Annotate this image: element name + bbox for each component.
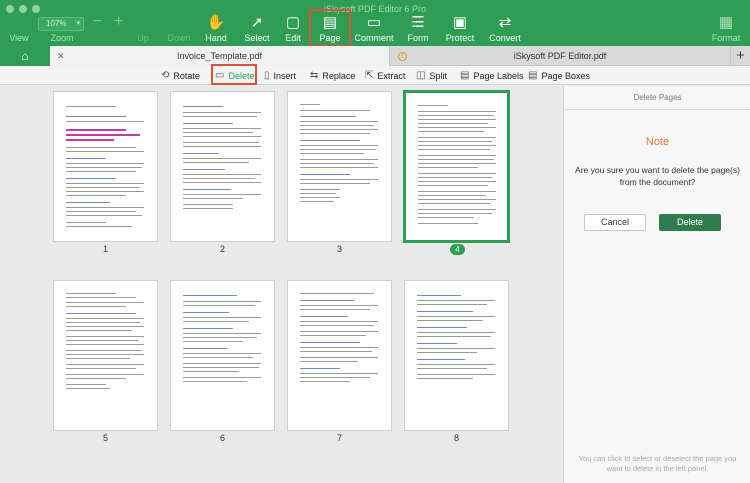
replace-icon: ⇆ [310,70,319,81]
confirm-delete-button[interactable]: Delete [659,214,721,231]
page-thumbnail[interactable] [404,280,509,431]
rotate-label: Rotate [173,70,200,81]
lock-icon: ▣ [452,14,468,31]
page-thumbnail[interactable] [287,91,392,242]
close-icon[interactable]: ✕ [57,51,65,62]
tab-bar: ⌂ ✕ Invoice_Template.pdf ! iSkysoft PDF … [0,46,750,66]
format-icon: ▦ [718,14,734,31]
page-number: 4 [450,244,465,255]
toolbar-convert-button[interactable]: ⇄ Convert [488,0,522,46]
toolbar-comment-button[interactable]: ▭ Comment [354,0,394,46]
home-tab[interactable]: ⌂ [0,46,50,66]
toolbar-down-button[interactable]: Down [164,0,194,46]
toolbar-format-button[interactable]: ▦ Format [710,0,742,46]
page-number: 2 [219,244,225,254]
hand-icon: ✋ [206,14,226,31]
convert-icon: ⇄ [498,14,512,31]
cancel-button[interactable]: Cancel [584,214,646,231]
toolbar-label: Zoom [50,33,74,43]
tab-invoice-template[interactable]: ✕ Invoice_Template.pdf [50,46,390,66]
toolbar-label: Edit [285,33,301,43]
delete-button-highlight [211,64,257,85]
toolbar-label: Hand [205,33,227,43]
page-thumbnail[interactable] [170,280,275,431]
main-toolbar: iSkysoft PDF Editor 6 Pro View 107% ▾ − … [0,0,750,46]
replace-button[interactable]: ⇆ Replace [310,66,355,85]
extract-label: Extract [377,70,406,81]
page-thumbnail[interactable] [170,91,275,242]
comment-icon: ▭ [366,14,382,31]
toolbar-form-button[interactable]: ☰ Form [406,0,430,46]
insert-label: Insert [273,70,297,81]
replace-label: Replace [322,70,356,81]
toolbar-select-button[interactable]: ➚ Select [242,0,272,46]
toolbar-label: Up [137,33,149,43]
split-label: Split [429,70,447,81]
tab-iskysoft-pdf-editor[interactable]: ! iSkysoft PDF Editor.pdf [390,46,731,66]
rotate-icon: ⟲ [161,70,170,81]
tab-label: Invoice_Template.pdf [176,51,263,61]
panel-header: Delete Pages [564,86,750,110]
toolbar-view-button[interactable]: View [6,0,32,46]
confirm-message: Are you sure you want to delete the page… [575,165,740,187]
tab-label: iSkysoft PDF Editor.pdf [513,51,607,61]
note-title: Note [645,136,670,148]
page-thumbnail-selected[interactable] [403,90,510,243]
page-number: 5 [102,433,108,443]
page-boxes-label: Page Boxes [541,70,590,81]
toolbar-label: Down [167,33,191,43]
page-number: 3 [336,244,342,254]
page-tools-bar: ⟲ Rotate ▭ Delete ▯ Insert ⇆ Replace ⇱ E… [0,66,750,85]
insert-button[interactable]: ▯ Insert [264,66,296,85]
extract-button[interactable]: ⇱ Extract [365,66,405,85]
page-thumbnail-grid: 1 2 3 4 5 6 7 8 [0,86,563,483]
page-button-highlight [309,9,351,47]
split-icon: ◫ [416,70,426,81]
page-labels-label: Page Labels [473,70,524,81]
zoom-out-button[interactable]: − [93,13,102,31]
page-number: 7 [336,433,342,443]
page-number: 8 [453,433,459,443]
toolbar-up-button[interactable]: Up [132,0,154,46]
page-number: 1 [102,244,108,254]
view-icon [17,14,21,31]
page-labels-icon: ▤ [460,70,470,81]
page-boxes-icon: ▤ [528,70,538,81]
toolbar-label: Select [244,33,270,43]
page-thumbnail[interactable] [287,280,392,431]
toolbar-label: Convert [489,33,521,43]
toolbar-label: Comment [354,33,394,43]
page-labels-button[interactable]: ▤ Page Labels [460,66,524,85]
add-tab-button[interactable]: + [731,46,750,66]
home-icon: ⌂ [21,49,29,63]
zoom-in-button[interactable]: + [114,13,123,31]
toolbar-label: Protect [445,33,475,43]
warning-icon: ! [398,51,407,61]
help-text: You can click to select or deselect the … [578,454,737,473]
rotate-button[interactable]: ⟲ Rotate [161,66,200,85]
page-number: 6 [219,433,225,443]
cursor-icon: ➚ [250,14,264,31]
split-button[interactable]: ◫ Split [416,66,447,85]
toolbar-label: Format [711,33,741,43]
toolbar-edit-button[interactable]: ▢ Edit [281,0,305,46]
page-number-badge: 4 [405,244,510,255]
toolbar-protect-button[interactable]: ▣ Protect [443,0,477,46]
toolbar-hand-button[interactable]: ✋ Hand [202,0,230,46]
insert-icon: ▯ [264,70,270,81]
delete-pages-panel: Delete Pages Note Are you sure you want … [563,86,750,483]
toolbar-zoom-button[interactable]: Zoom [46,0,78,46]
toolbar-label: View [9,33,29,43]
page-boxes-button[interactable]: ▤ Page Boxes [528,66,590,85]
toolbar-label: Form [407,33,429,43]
form-icon: ☰ [411,14,425,31]
extract-icon: ⇱ [365,70,374,81]
page-thumbnail[interactable] [53,280,158,431]
edit-icon: ▢ [285,14,301,31]
page-thumbnail[interactable] [53,91,158,242]
